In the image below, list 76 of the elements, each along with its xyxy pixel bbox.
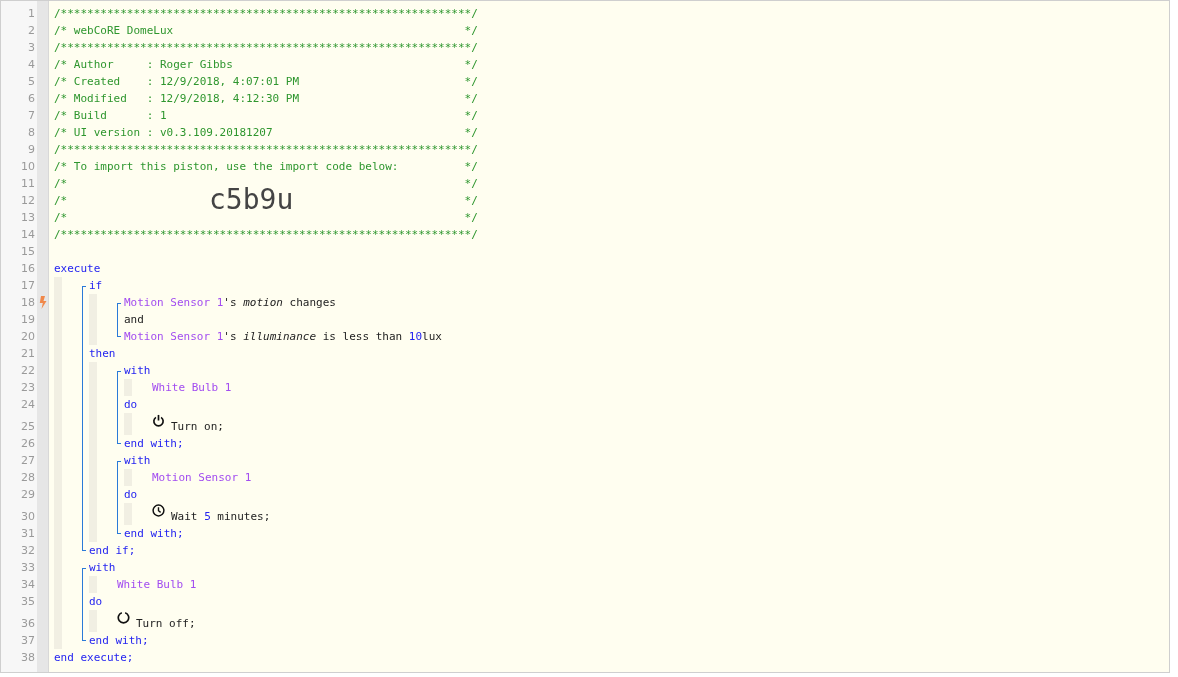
comment-line: /* Author : Roger Gibbs */ xyxy=(54,57,478,73)
line-number: 19 xyxy=(20,312,35,328)
code-line: Wait 5 minutes; xyxy=(171,509,271,525)
code-line: end if; xyxy=(89,543,136,559)
comment-line: /* Build : 1 */ xyxy=(54,108,478,124)
line-number: 8 xyxy=(27,125,35,141)
line-number: 3 xyxy=(27,40,35,56)
code-line: then xyxy=(89,346,116,362)
line-number: 38 xyxy=(20,650,35,666)
line-number: 36 xyxy=(20,616,35,632)
comment-line: /* */ xyxy=(54,210,478,226)
comment-mark: */ xyxy=(464,193,478,209)
comment-line: /**************************************************************/ xyxy=(54,227,478,243)
line-number: 6 xyxy=(27,91,35,107)
line-number: 9 xyxy=(27,142,35,158)
code-line: with xyxy=(124,453,151,469)
line-number: 12 xyxy=(20,193,35,209)
line-number: 14 xyxy=(20,227,35,243)
code-line: White Bulb 1 xyxy=(117,577,197,593)
code-line: Motion Sensor 1's motion changes xyxy=(124,295,336,311)
line-number: 30 xyxy=(20,509,35,525)
line-number: 20 xyxy=(20,329,35,345)
line-number: 11 xyxy=(20,176,35,192)
code-line: Turn on; xyxy=(171,419,224,435)
line-number: 10 xyxy=(20,159,35,175)
line-number: 25 xyxy=(20,419,35,435)
code-line: do xyxy=(124,487,138,503)
line-number: 18 xyxy=(20,295,35,311)
block-bracket xyxy=(117,303,121,337)
line-number: 15 xyxy=(20,244,35,260)
code-line: execute xyxy=(54,261,101,277)
code-line: end with; xyxy=(124,436,184,452)
code-line: do xyxy=(124,397,138,413)
comment-line: /* Created : 12/9/2018, 4:07:01 PM */ xyxy=(54,74,478,90)
code-line: and xyxy=(124,312,144,328)
line-number: 7 xyxy=(27,108,35,124)
line-number: 22 xyxy=(20,363,35,379)
line-number: 32 xyxy=(20,543,35,559)
code-line: end execute; xyxy=(54,650,134,666)
code-line: Motion Sensor 1 xyxy=(152,470,252,486)
comment-line: /* UI version : v0.3.109.20181207 */ xyxy=(54,125,478,141)
line-number: 16 xyxy=(20,261,35,277)
comment-line: /* To import this piston, use the import code below: */ xyxy=(54,159,478,175)
line-number: 27 xyxy=(20,453,35,469)
code-line: with xyxy=(124,363,151,379)
line-number: 1 xyxy=(27,6,35,22)
code-line: with xyxy=(89,560,116,576)
line-number: 24 xyxy=(20,397,35,413)
line-number: 28 xyxy=(20,470,35,486)
code-line: Turn off; xyxy=(136,616,196,632)
line-number: 34 xyxy=(20,577,35,593)
code-line: end with; xyxy=(124,526,184,542)
code-line: Motion Sensor 1's illuminance is less than 10lux xyxy=(124,329,442,345)
line-number: 37 xyxy=(20,633,35,649)
line-number: 26 xyxy=(20,436,35,452)
line-number: 21 xyxy=(20,346,35,362)
comment-mark: /* xyxy=(54,193,68,209)
line-number: 23 xyxy=(20,380,35,396)
comment-line: /* webCoRE DomeLux */ xyxy=(54,23,478,39)
line-number: 33 xyxy=(20,560,35,576)
line-number: 31 xyxy=(20,526,35,542)
line-number: 17 xyxy=(20,278,35,294)
line-number: 29 xyxy=(20,487,35,503)
code-line: do xyxy=(89,594,103,610)
line-number: 2 xyxy=(27,23,35,39)
line-number: 35 xyxy=(20,594,35,610)
comment-line: /**************************************************************/ xyxy=(54,40,478,56)
comment-line: /**************************************************************/ xyxy=(54,6,478,22)
line-number: 13 xyxy=(20,210,35,226)
comment-line: /**************************************************************/ xyxy=(54,142,478,158)
code-line: White Bulb 1 xyxy=(152,380,232,396)
code-line: if xyxy=(89,278,103,294)
code-line: end with; xyxy=(89,633,149,649)
line-number: 4 xyxy=(27,57,35,73)
line-number: 5 xyxy=(27,74,35,90)
comment-line: /* Modified : 12/9/2018, 4:12:30 PM */ xyxy=(54,91,478,107)
